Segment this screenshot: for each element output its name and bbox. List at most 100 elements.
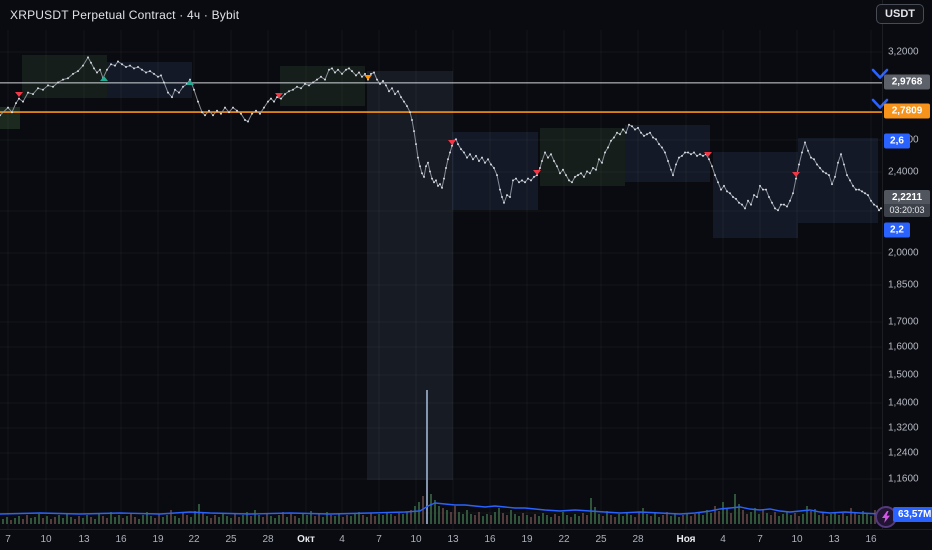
volume-bar [258,515,260,524]
candle-dot [610,139,612,142]
candle-dot [831,183,833,186]
zone-box-pale[interactable] [367,71,453,480]
candle-dot [337,68,339,71]
volume-bar [242,515,244,524]
candle-dot [789,199,791,202]
volume-bar [278,515,280,524]
volume-bar [670,516,672,524]
candle-dot [129,64,131,67]
last-price-badge: 2,2211 03:20:03 [884,190,930,217]
candle-dot [840,153,842,156]
candle-dot [391,87,393,90]
candle-dot [273,100,275,103]
candle-dot [807,149,809,152]
volume-bar [166,515,168,524]
candle-dot [42,88,44,91]
candle-dot [141,68,143,71]
candle-dot [637,126,639,129]
candle-dot [351,70,353,73]
price-tick-label: 1,8500 [888,279,919,291]
candle-dot [702,154,704,157]
chart-canvas[interactable] [0,0,932,550]
candle-dot [77,70,79,73]
volume-value-badge: 63,57M [893,507,932,522]
volume-bar [234,514,236,524]
candle-dot [774,207,776,210]
candle-dot [804,141,806,144]
candle-dot [852,184,854,187]
candle-dot [423,175,425,178]
time-tick-month-label: Ноя [676,534,696,545]
volume-bar [830,514,832,524]
volume-bar [402,514,404,524]
price-axis[interactable]: 3,20002,60002,40002,00001,85001,70001,60… [882,0,932,529]
zone-box-navy[interactable] [798,138,878,223]
candle-dot [759,184,761,187]
candle-dot [137,66,139,68]
volume-bar [406,512,408,524]
currency-toggle-button[interactable]: USDT [876,4,924,24]
candle-dot [32,93,34,96]
symbol-title[interactable]: XRPUSDT Perpetual Contract · 4ч · Bybit [10,8,239,22]
candle-dot [469,153,471,156]
candle-dot [846,174,848,177]
volume-bar [198,504,200,524]
candle-dot [52,85,54,88]
candle-dot [300,87,302,90]
candle-dot [174,88,176,91]
candle-dot [328,68,330,71]
candle-dot [394,93,396,96]
volume-bar [346,515,348,524]
candle-dot [867,194,869,197]
volume-bar [850,508,852,524]
candle-dot [741,203,743,206]
time-axis[interactable]: 7 10 13 16 19 22 25 28 Окт 4 7 10 13 16 19 22 25 28 Ноя 4 7 1… [0,529,932,550]
volume-bar [746,514,748,524]
volume-bar [414,506,416,524]
candle-dot [783,203,785,206]
volume-bar [10,520,12,524]
volume-bar [614,517,616,524]
candle-dot [370,72,372,75]
volume-bar [286,517,288,524]
volume-bar [298,518,300,524]
volume-bar [658,517,660,524]
volume-bar [498,508,500,524]
candle-dot [503,201,505,204]
volume-bar [646,514,648,524]
candle-dot [117,60,119,63]
volume-bar [14,518,16,524]
candle-dot [547,156,549,159]
candle-dot [341,72,343,75]
time-tick-label: 16 [484,534,496,545]
volume-bar [702,515,704,524]
volume-bar [174,516,176,524]
volume-bar [142,515,144,524]
candle-dot [501,196,503,198]
volume-bar [534,514,536,524]
candle-dot [580,172,582,175]
volume-bar [118,515,120,524]
zone-box-navy[interactable] [713,152,798,238]
sell-marker-icon[interactable] [15,92,23,97]
candle-dot [308,84,310,87]
candle-dot [726,190,728,193]
candle-dot [670,168,672,171]
candle-dot [825,172,827,175]
candle-dot [813,158,815,161]
volume-bar [734,494,736,524]
candle-dot [284,93,286,96]
candle-dot [625,131,627,134]
zone-box-navy[interactable] [625,125,710,182]
candle-dot [604,151,606,154]
price-tick-label: 3,2000 [888,46,919,58]
volume-bar [546,515,548,524]
candle-dot [304,82,306,85]
candle-dot [288,90,290,93]
candle-dot [565,174,567,177]
candle-dot [649,131,651,134]
volume-bar [710,513,712,524]
time-tick-label: 28 [262,534,274,545]
candle-dot [425,165,427,168]
candle-dot [634,128,636,131]
